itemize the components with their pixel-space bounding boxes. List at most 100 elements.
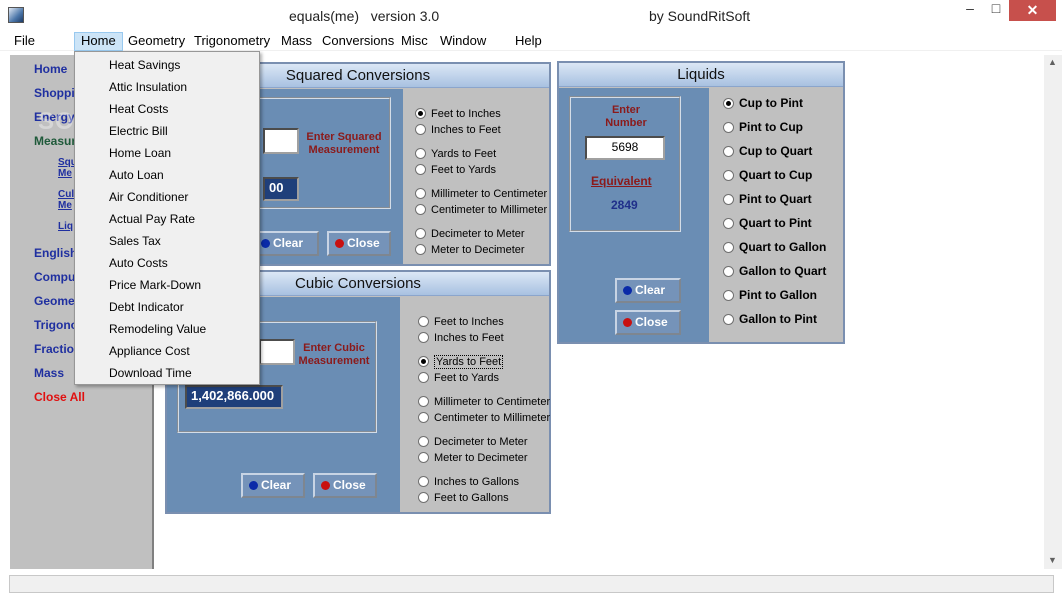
cubic-option[interactable]: Meter to Decimeter xyxy=(418,452,528,465)
radio-icon xyxy=(418,476,429,487)
home-menu-item[interactable]: Appliance Cost xyxy=(109,344,190,358)
menu-file[interactable]: File xyxy=(8,32,41,51)
vertical-scrollbar[interactable]: ▲ ▼ xyxy=(1044,55,1062,569)
radio-icon xyxy=(415,244,426,255)
home-menu-item[interactable]: Heat Savings xyxy=(109,58,180,72)
home-menu-item[interactable]: Attic Insulation xyxy=(109,80,187,94)
radio-icon xyxy=(418,412,429,423)
home-menu-item[interactable]: Price Mark-Down xyxy=(109,278,201,292)
home-menu-item[interactable]: Home Loan xyxy=(109,146,171,160)
squared-clear-button[interactable]: Clear xyxy=(253,231,319,256)
sidebar-item-measurement[interactable]: Measur xyxy=(34,134,76,148)
squared-clear-label: Clear xyxy=(273,236,304,250)
home-menu-item[interactable]: Actual Pay Rate xyxy=(109,212,195,226)
menu-geometry[interactable]: Geometry xyxy=(122,32,191,51)
radio-icon xyxy=(418,396,429,407)
close-icon[interactable]: ✕ xyxy=(1009,0,1056,21)
cubic-option[interactable]: Feet to Inches xyxy=(418,316,504,329)
liquids-panel: Liquids Enter Number 5698 Equivalent 284… xyxy=(557,61,845,344)
radio-icon xyxy=(723,194,734,205)
liquids-option[interactable]: Pint to Gallon xyxy=(723,289,817,302)
radio-icon xyxy=(723,170,734,181)
liquids-option[interactable]: Quart to Pint xyxy=(723,217,812,230)
menu-home[interactable]: Home xyxy=(74,32,123,51)
menu-trigonometry[interactable]: Trigonometry xyxy=(188,32,276,51)
scroll-down-icon[interactable]: ▼ xyxy=(1048,555,1057,565)
liquids-input-area: Enter Number 5698 Equivalent 2849 Clear … xyxy=(559,88,709,342)
cubic-input-field[interactable] xyxy=(259,339,295,365)
scroll-up-icon[interactable]: ▲ xyxy=(1048,57,1057,67)
sidebar-item-computer[interactable]: Compu xyxy=(34,270,75,284)
sidebar-item-english[interactable]: English xyxy=(34,246,77,260)
home-menu-item[interactable]: Auto Loan xyxy=(109,168,164,182)
cubic-option[interactable]: Inches to Feet xyxy=(418,332,504,345)
liquids-option[interactable]: Quart to Gallon xyxy=(723,241,826,254)
radio-icon xyxy=(418,316,429,327)
squared-option[interactable]: Feet to Inches xyxy=(415,108,501,121)
squared-option[interactable]: Inches to Feet xyxy=(415,124,501,137)
minimize-icon[interactable]: – xyxy=(957,0,983,21)
sidebar-item-geometry[interactable]: Geome xyxy=(34,294,75,308)
cubic-option[interactable]: Feet to Gallons xyxy=(418,492,509,505)
liquids-clear-button[interactable]: Clear xyxy=(615,278,681,303)
radio-icon xyxy=(418,452,429,463)
cubic-option[interactable]: Millimeter to Centimeter xyxy=(418,396,550,409)
cubic-option[interactable]: Centimeter to Millimeter xyxy=(418,412,550,425)
liquids-option[interactable]: Pint to Cup xyxy=(723,121,803,134)
liquids-option[interactable]: Quart to Cup xyxy=(723,169,812,182)
menu-help[interactable]: Help xyxy=(509,32,548,51)
squared-option[interactable]: Millimeter to Centimeter xyxy=(415,188,547,201)
home-menu-item[interactable]: Air Conditioner xyxy=(109,190,188,204)
liquids-option-label: Quart to Gallon xyxy=(739,240,827,254)
home-menu-item[interactable]: Download Time xyxy=(109,366,192,380)
sidebar-item-mass[interactable]: Mass xyxy=(34,366,64,380)
cubic-option-label: Feet to Inches xyxy=(434,316,504,328)
squared-input-field[interactable] xyxy=(263,128,299,154)
squared-option[interactable]: Feet to Yards xyxy=(415,164,496,177)
menu-conversions[interactable]: Conversions xyxy=(316,32,400,51)
red-dot-icon xyxy=(335,239,344,248)
menu-window[interactable]: Window xyxy=(434,32,492,51)
maximize-icon[interactable]: □ xyxy=(983,0,1009,21)
squared-option[interactable]: Centimeter to Millimeter xyxy=(415,204,547,217)
squared-option[interactable]: Decimeter to Meter xyxy=(415,228,525,241)
liquids-option[interactable]: Gallon to Quart xyxy=(723,265,826,278)
sidebar-item-home[interactable]: Home xyxy=(34,62,67,76)
cubic-option[interactable]: Inches to Gallons xyxy=(418,476,519,489)
app-icon[interactable] xyxy=(8,7,24,23)
home-menu-item[interactable]: Auto Costs xyxy=(109,256,168,270)
menu-mass[interactable]: Mass xyxy=(275,32,318,51)
blue-dot-icon xyxy=(623,286,632,295)
cubic-clear-button[interactable]: Clear xyxy=(241,473,305,498)
red-dot-icon xyxy=(623,318,632,327)
sidebar-item-trigonometry[interactable]: Trigono xyxy=(34,318,78,332)
cubic-option[interactable]: Feet to Yards xyxy=(418,372,499,385)
radio-selected-icon xyxy=(418,356,429,367)
liquids-option[interactable]: Cup to Quart xyxy=(723,145,812,158)
squared-option[interactable]: Meter to Decimeter xyxy=(415,244,525,257)
cubic-option[interactable]: Decimeter to Meter xyxy=(418,436,528,449)
sidebar-subitem-cubic[interactable]: Cul Me xyxy=(58,189,74,211)
home-menu-item[interactable]: Debt Indicator xyxy=(109,300,184,314)
liquids-option-label: Cup to Quart xyxy=(739,144,813,158)
liquids-close-button[interactable]: Close xyxy=(615,310,681,335)
sidebar-subitem-liquids[interactable]: Liq xyxy=(58,221,73,232)
liquids-option[interactable]: Gallon to Pint xyxy=(723,313,817,326)
squared-option[interactable]: Yards to Feet xyxy=(415,148,496,161)
home-menu-item[interactable]: Heat Costs xyxy=(109,102,168,116)
home-menu-item[interactable]: Remodeling Value xyxy=(109,322,206,336)
cubic-close-button[interactable]: Close xyxy=(313,473,377,498)
squared-option-label: Feet to Yards xyxy=(431,164,497,176)
cubic-option[interactable]: Yards to Feet xyxy=(418,355,504,369)
sidebar-subitem-cubic-line1: Cul xyxy=(58,189,75,200)
home-menu-item[interactable]: Sales Tax xyxy=(109,234,161,248)
radio-icon xyxy=(418,372,429,383)
liquids-option[interactable]: Cup to Pint xyxy=(723,97,803,110)
liquids-option[interactable]: Pint to Quart xyxy=(723,193,812,206)
sidebar-item-close-all[interactable]: Close All xyxy=(34,390,85,404)
liquids-equivalent-value: 2849 xyxy=(611,198,638,212)
menu-misc[interactable]: Misc xyxy=(395,32,434,51)
liquids-input-field[interactable]: 5698 xyxy=(585,136,665,160)
home-menu-item[interactable]: Electric Bill xyxy=(109,124,168,138)
squared-close-button[interactable]: Close xyxy=(327,231,391,256)
